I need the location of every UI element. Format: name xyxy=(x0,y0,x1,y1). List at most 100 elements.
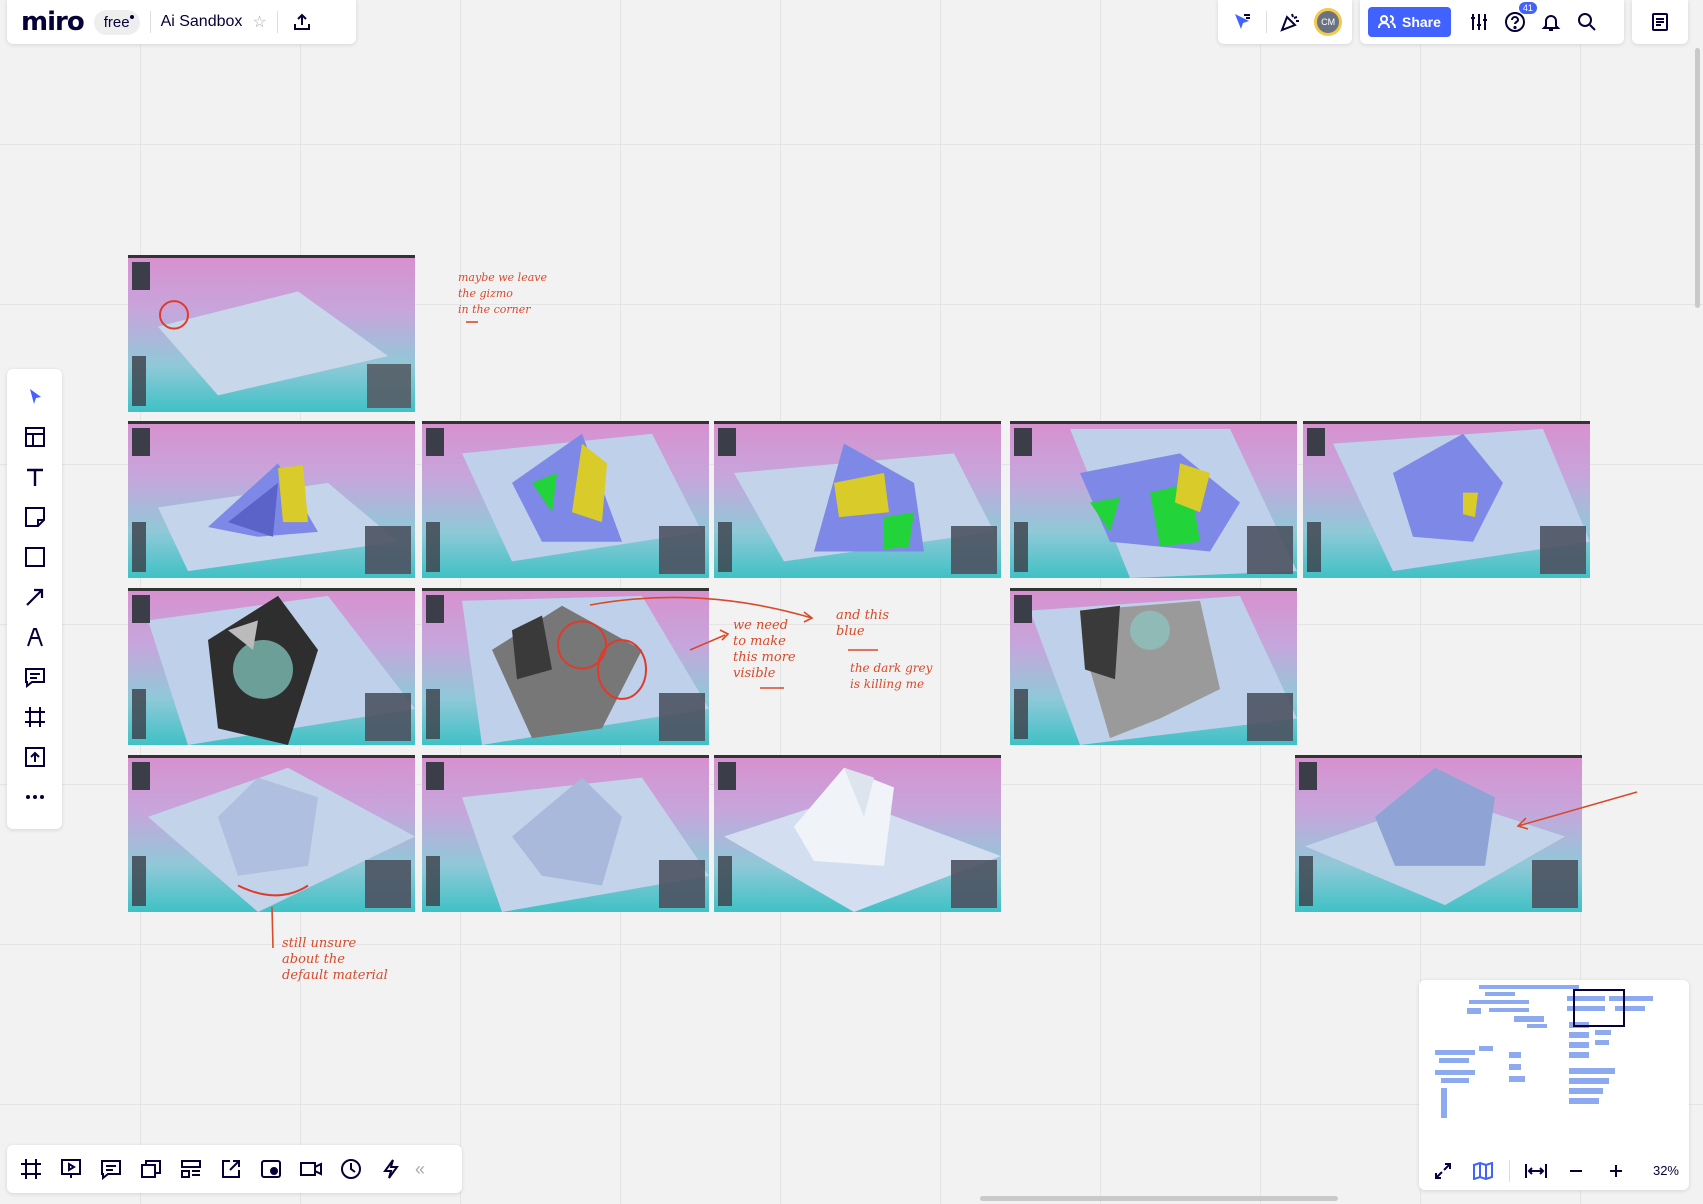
app-panel xyxy=(718,522,732,572)
app-panel xyxy=(365,693,411,741)
zoom-level[interactable]: 32% xyxy=(1653,1163,1679,1178)
app-panel xyxy=(1307,522,1321,572)
zoom-out-icon[interactable] xyxy=(1562,1157,1590,1185)
export-icon[interactable] xyxy=(288,8,316,36)
app-panel xyxy=(1247,526,1293,574)
app-panel xyxy=(718,762,736,790)
screenshot-tile[interactable] xyxy=(1010,421,1297,578)
select-tool-icon[interactable] xyxy=(18,381,52,413)
annotation-note[interactable]: we need to make this more visible xyxy=(733,618,796,682)
app-panel xyxy=(426,762,444,790)
minimap-view[interactable] xyxy=(1419,980,1689,1151)
app-panel xyxy=(365,526,411,574)
app-panel xyxy=(951,526,997,574)
follow-cursor-icon[interactable] xyxy=(1228,8,1256,36)
share-button[interactable]: Share xyxy=(1368,7,1451,37)
screenshot-tile[interactable] xyxy=(422,755,709,912)
connection-line-icon[interactable] xyxy=(18,581,52,613)
minimap-panel: 32% xyxy=(1419,980,1689,1190)
annotation-note[interactable]: maybe we leave the gizmo in the corner xyxy=(458,270,547,318)
app-panel xyxy=(1540,526,1586,574)
app-panel xyxy=(132,689,146,739)
users-icon xyxy=(1378,15,1396,29)
upload-icon[interactable] xyxy=(18,741,52,773)
screenshot-tile[interactable] xyxy=(128,255,415,412)
app-panel xyxy=(132,595,150,623)
screenshot-tile[interactable] xyxy=(1303,421,1590,578)
bell-icon[interactable] xyxy=(1537,8,1565,36)
screenshot-tile[interactable] xyxy=(128,421,415,578)
vertical-scrollbar[interactable] xyxy=(1695,48,1700,308)
app-panel xyxy=(659,526,705,574)
templates-icon[interactable] xyxy=(18,421,52,453)
kanban-icon[interactable] xyxy=(175,1153,207,1185)
app-panel xyxy=(367,364,411,408)
cards-icon[interactable] xyxy=(135,1153,167,1185)
app-panel xyxy=(426,522,440,572)
celebrate-icon[interactable] xyxy=(1277,8,1305,36)
screenshot-tile[interactable] xyxy=(422,588,709,745)
divider xyxy=(1509,1159,1510,1182)
app-panel xyxy=(426,689,440,739)
collapse-toolbar-icon[interactable]: « xyxy=(415,1159,425,1180)
text-tool-icon[interactable] xyxy=(18,461,52,493)
board-notes-button[interactable] xyxy=(1632,0,1688,44)
board-header: miro free Ai Sandbox ☆ xyxy=(7,0,356,44)
pen-icon[interactable] xyxy=(18,621,52,653)
shapes-icon[interactable] xyxy=(18,541,52,573)
sticky-note-icon[interactable] xyxy=(18,501,52,533)
screenshot-tile[interactable] xyxy=(714,421,1001,578)
app-panel xyxy=(1299,856,1313,906)
screenshot-tile[interactable] xyxy=(714,755,1001,912)
app-panel xyxy=(132,522,146,572)
app-panel xyxy=(1307,428,1325,456)
settings-sliders-icon[interactable] xyxy=(1465,8,1493,36)
video-icon[interactable] xyxy=(295,1153,327,1185)
user-avatar[interactable]: CM xyxy=(1314,8,1342,36)
fit-width-icon[interactable] xyxy=(1522,1157,1550,1185)
timer-icon[interactable] xyxy=(335,1153,367,1185)
app-panel xyxy=(1014,689,1028,739)
app-panel xyxy=(1014,522,1028,572)
board-title[interactable]: Ai Sandbox xyxy=(161,13,243,31)
presentation-icon[interactable] xyxy=(55,1153,87,1185)
annotation-note[interactable]: the dark grey is killing me xyxy=(850,660,932,692)
horizontal-scrollbar[interactable] xyxy=(980,1196,1338,1201)
divider xyxy=(276,11,278,33)
app-panel xyxy=(718,856,732,906)
collaboration-panel: CM xyxy=(1218,0,1352,44)
frames-icon[interactable] xyxy=(15,1153,47,1185)
share-label: Share xyxy=(1402,14,1441,30)
screenshot-tile[interactable] xyxy=(128,588,415,745)
embed-icon[interactable] xyxy=(215,1153,247,1185)
minimap-controls: 32% xyxy=(1419,1151,1689,1190)
app-panel xyxy=(426,856,440,906)
app-panel xyxy=(132,856,146,906)
more-icon[interactable] xyxy=(18,781,52,813)
app-panel xyxy=(365,860,411,908)
comment-icon[interactable] xyxy=(18,661,52,693)
screenshot-tile[interactable] xyxy=(1010,588,1297,745)
star-icon[interactable]: ☆ xyxy=(252,12,266,32)
app-panel xyxy=(132,762,150,790)
comments-icon[interactable] xyxy=(95,1153,127,1185)
zoom-in-icon[interactable] xyxy=(1602,1157,1630,1185)
plan-badge[interactable]: free xyxy=(93,9,140,35)
screenshot-icon[interactable] xyxy=(255,1153,287,1185)
bottom-toolbar: « xyxy=(7,1145,462,1193)
annotation-note[interactable]: still unsure about the default material xyxy=(282,936,388,984)
map-icon[interactable] xyxy=(1469,1157,1497,1185)
help-icon[interactable]: 41 xyxy=(1501,2,1537,36)
actions-panel: Share 41 xyxy=(1360,0,1624,44)
screenshot-tile[interactable] xyxy=(128,755,415,912)
search-icon[interactable] xyxy=(1573,8,1601,36)
lightning-icon[interactable] xyxy=(375,1153,407,1185)
miro-logo[interactable]: miro xyxy=(21,7,85,37)
screenshot-tile[interactable] xyxy=(1295,755,1582,912)
creation-toolbar xyxy=(7,369,62,829)
app-panel xyxy=(1014,595,1032,623)
screenshot-tile[interactable] xyxy=(422,421,709,578)
annotation-note[interactable]: and this blue xyxy=(836,608,889,640)
frame-icon[interactable] xyxy=(18,701,52,733)
fullscreen-icon[interactable] xyxy=(1429,1157,1457,1185)
